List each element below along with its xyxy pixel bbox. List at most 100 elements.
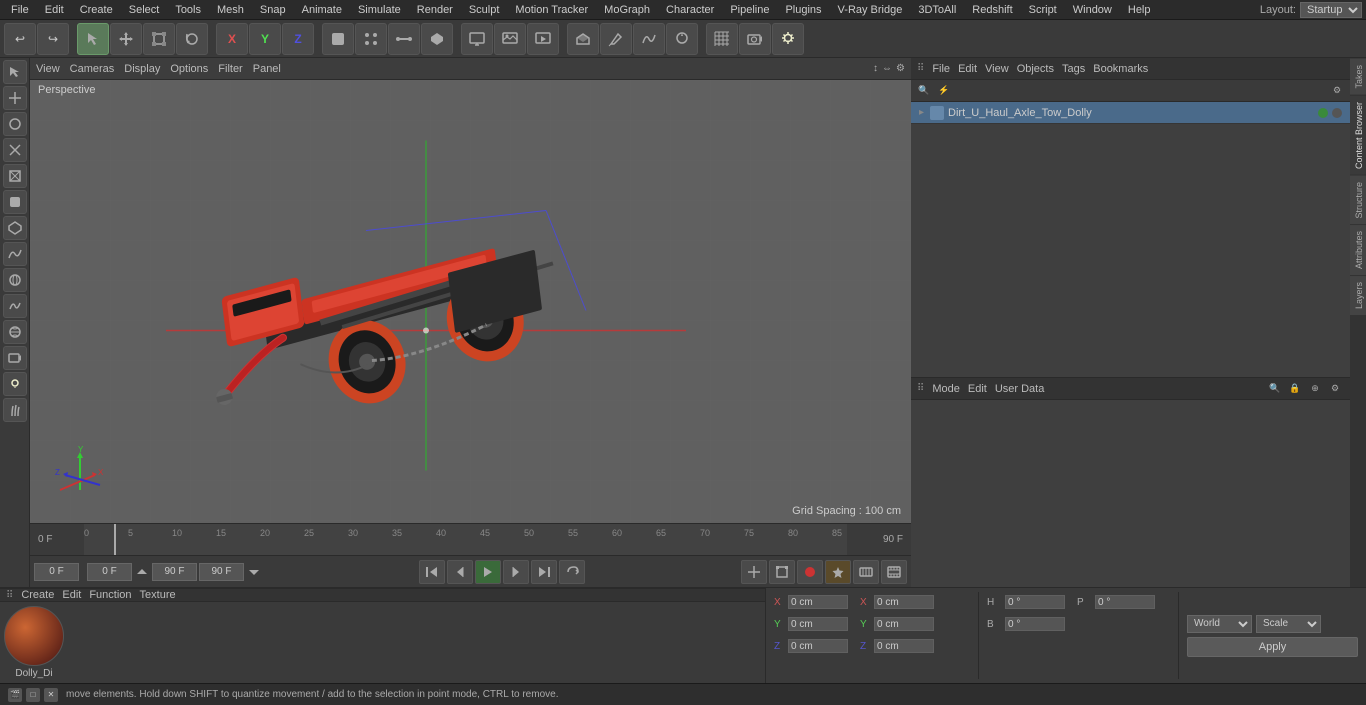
mat-ball-dolly[interactable]	[4, 606, 64, 666]
menu-mograph[interactable]: MoGraph	[597, 3, 657, 17]
render-button[interactable]	[527, 23, 559, 55]
status-icon-1[interactable]: 🎬	[8, 688, 22, 702]
vtab-takes[interactable]: Takes	[1350, 58, 1366, 95]
sb-nurbs-btn[interactable]	[3, 268, 27, 292]
vp-icon-settings[interactable]: ⚙	[896, 63, 905, 74]
om-item-name[interactable]: Dirt_U_Haul_Axle_Tow_Dolly	[948, 107, 1092, 119]
vtab-content-browser[interactable]: Content Browser	[1350, 95, 1366, 175]
attr-menu-mode[interactable]: Mode	[932, 383, 960, 395]
loop-button[interactable]	[559, 560, 585, 584]
om-menu-objects[interactable]: Objects	[1017, 63, 1054, 75]
viewport[interactable]: Perspective Grid Spacing : 100 cm	[30, 80, 911, 523]
poly-mode-button[interactable]	[421, 23, 453, 55]
frame-down-icon[interactable]	[246, 564, 262, 580]
menu-vray[interactable]: V-Ray Bridge	[831, 3, 910, 17]
status-icon-3[interactable]: ✕	[44, 688, 58, 702]
vp-icon-expand[interactable]: ↕	[873, 63, 878, 74]
current-frame-input[interactable]	[87, 563, 132, 581]
om-menu-edit[interactable]: Edit	[958, 63, 977, 75]
sb-hair-btn[interactable]	[3, 398, 27, 422]
menu-create[interactable]: Create	[73, 3, 120, 17]
sb-object-btn[interactable]	[3, 190, 27, 214]
coord-x-pos[interactable]	[788, 595, 848, 609]
vp-menu-view[interactable]: View	[36, 63, 60, 75]
grid-button[interactable]	[706, 23, 738, 55]
film-button[interactable]	[881, 560, 907, 584]
brush-button[interactable]	[666, 23, 698, 55]
menu-file[interactable]: File	[4, 3, 36, 17]
menu-3dtoall[interactable]: 3DToAll	[911, 3, 963, 17]
coord-y-pos[interactable]	[788, 617, 848, 631]
vtab-attributes[interactable]: Attributes	[1350, 224, 1366, 275]
om-menu-tags[interactable]: Tags	[1062, 63, 1085, 75]
coord-b-rot[interactable]	[1005, 617, 1065, 631]
sb-camera-tool-btn[interactable]	[3, 346, 27, 370]
menu-mesh[interactable]: Mesh	[210, 3, 251, 17]
mat-item[interactable]: Dolly_Di	[4, 606, 64, 679]
redo-button[interactable]: ↪	[37, 23, 69, 55]
sb-move-btn[interactable]	[3, 86, 27, 110]
om-content[interactable]: ▸ Dirt_U_Haul_Axle_Tow_Dolly	[911, 102, 1350, 377]
edge-mode-button[interactable]	[388, 23, 420, 55]
keyframe-scale-btn[interactable]	[769, 560, 795, 584]
coord-z-size[interactable]	[874, 639, 934, 653]
om-search-icon[interactable]: 🔍	[915, 82, 933, 100]
menu-edit[interactable]: Edit	[38, 3, 71, 17]
select-tool-button[interactable]	[77, 23, 109, 55]
attr-add-icon[interactable]: ⊕	[1306, 380, 1324, 398]
spline-button[interactable]	[633, 23, 665, 55]
attr-menu-user-data[interactable]: User Data	[995, 383, 1045, 395]
vp-icon-lock[interactable]: ⇔	[882, 63, 892, 74]
key-marker-btn[interactable]	[853, 560, 879, 584]
keyframe-move-btn[interactable]	[741, 560, 767, 584]
object-mode-button[interactable]	[322, 23, 354, 55]
end-frame-input-2[interactable]	[199, 563, 244, 581]
vp-menu-options[interactable]: Options	[170, 63, 208, 75]
menu-script[interactable]: Script	[1022, 3, 1064, 17]
coord-z-pos[interactable]	[788, 639, 848, 653]
menu-window[interactable]: Window	[1066, 3, 1119, 17]
menu-character[interactable]: Character	[659, 3, 721, 17]
sb-select-btn[interactable]	[3, 60, 27, 84]
menu-help[interactable]: Help	[1121, 3, 1158, 17]
menu-animate[interactable]: Animate	[295, 3, 349, 17]
layout-select[interactable]: Startup	[1300, 2, 1362, 18]
om-settings-icon[interactable]: ⚙	[1328, 82, 1346, 100]
om-menu-file[interactable]: File	[932, 63, 950, 75]
prev-frame-button[interactable]	[447, 560, 473, 584]
sb-deformer-btn[interactable]	[3, 294, 27, 318]
mat-menu-edit[interactable]: Edit	[62, 589, 81, 601]
scale-tool-button[interactable]	[143, 23, 175, 55]
coord-x-size[interactable]	[874, 595, 934, 609]
vp-menu-panel[interactable]: Panel	[253, 63, 281, 75]
menu-pipeline[interactable]: Pipeline	[723, 3, 776, 17]
menu-tools[interactable]: Tools	[168, 3, 208, 17]
menu-redshift[interactable]: Redshift	[965, 3, 1019, 17]
sb-light-tool-btn[interactable]	[3, 372, 27, 396]
coord-p-rot[interactable]	[1095, 595, 1155, 609]
vtab-layers[interactable]: Layers	[1350, 275, 1366, 315]
sb-scale-btn[interactable]	[3, 138, 27, 162]
play-button[interactable]	[475, 560, 501, 584]
menu-render[interactable]: Render	[410, 3, 460, 17]
render-view-button[interactable]	[461, 23, 493, 55]
menu-select[interactable]: Select	[122, 3, 167, 17]
scale-dropdown[interactable]: Scale Size	[1256, 615, 1321, 633]
frame-up-icon[interactable]	[134, 564, 150, 580]
rotate-tool-button[interactable]	[176, 23, 208, 55]
auto-key-button[interactable]	[825, 560, 851, 584]
vp-menu-display[interactable]: Display	[124, 63, 160, 75]
undo-button[interactable]: ↩	[4, 23, 36, 55]
vp-menu-cameras[interactable]: Cameras	[70, 63, 115, 75]
end-frame-input-1[interactable]	[152, 563, 197, 581]
light-button[interactable]	[772, 23, 804, 55]
mat-menu-texture[interactable]: Texture	[140, 589, 176, 601]
attr-settings-icon[interactable]: ⚙	[1326, 380, 1344, 398]
coord-y-size[interactable]	[874, 617, 934, 631]
om-item-render[interactable]	[1332, 108, 1342, 118]
sb-poly-btn[interactable]	[3, 216, 27, 240]
sb-null-btn[interactable]	[3, 164, 27, 188]
om-menu-bookmarks[interactable]: Bookmarks	[1093, 63, 1148, 75]
vp-menu-filter[interactable]: Filter	[218, 63, 242, 75]
menu-snap[interactable]: Snap	[253, 3, 293, 17]
